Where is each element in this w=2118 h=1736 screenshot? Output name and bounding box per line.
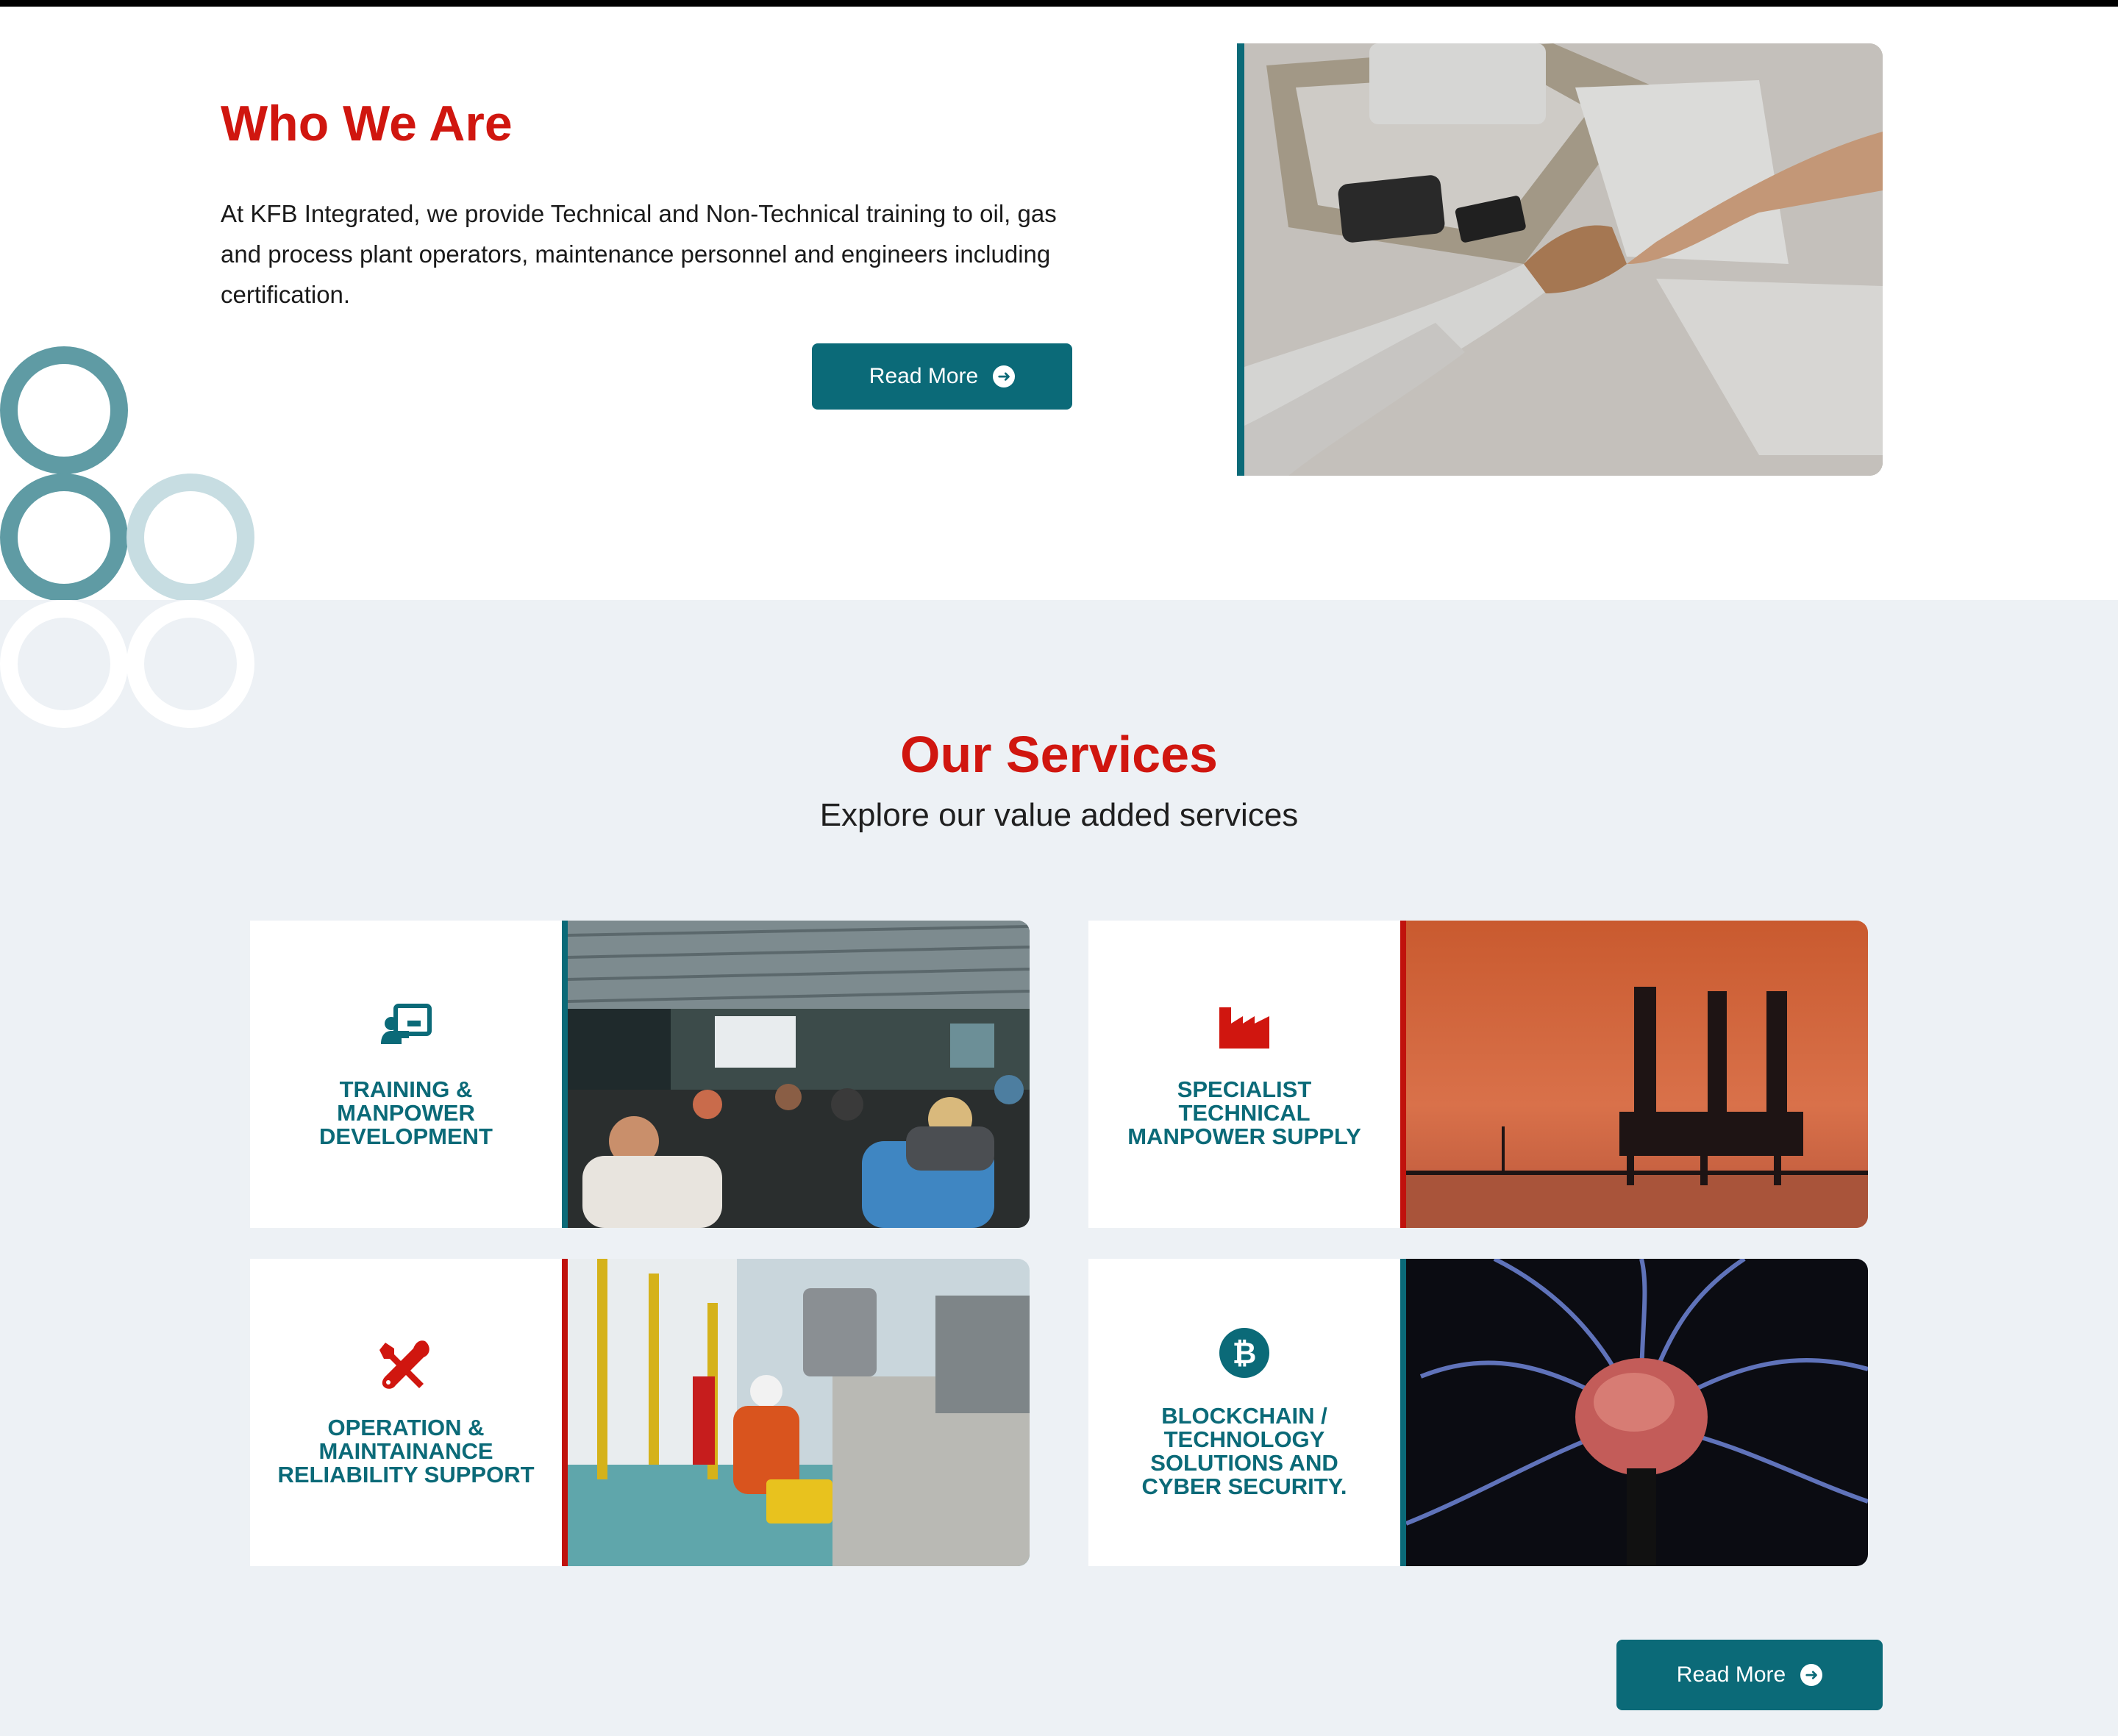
decorative-ring	[0, 474, 128, 601]
tools-icon	[379, 1338, 432, 1391]
handshake-photo	[1237, 43, 1883, 476]
section-title: Who We Are	[221, 96, 513, 151]
presentation-icon	[379, 1000, 432, 1053]
service-card-training[interactable]: TRAINING & MANPOWER DEVELOPMENT	[250, 921, 1030, 1228]
arrow-circle-right-icon: ➜	[1800, 1664, 1823, 1686]
who-we-are-text: At KFB Integrated, we provide Technical …	[221, 200, 1057, 308]
classroom-photo	[562, 921, 1030, 1228]
service-card-manpower-supply[interactable]: SPECIALIST TECHNICAL MANPOWER SUPPLY	[1088, 921, 1868, 1228]
plant-technician-photo	[562, 1259, 1030, 1566]
services-read-more-button[interactable]: Read More ➜	[1616, 1640, 1883, 1710]
svg-text:₿: ₿	[1233, 1337, 1257, 1371]
service-card-panel: SPECIALIST TECHNICAL MANPOWER SUPPLY	[1088, 921, 1400, 1228]
service-card-panel: ₿ BLOCKCHAIN / TECHNOLOGY SOLUTIONS AND …	[1088, 1259, 1400, 1566]
bitcoin-icon: ₿	[1218, 1326, 1271, 1379]
decorative-ring	[126, 600, 254, 728]
service-card-operations[interactable]: OPERATION & MAINTAINANCE RELIABILITY SUP…	[250, 1259, 1030, 1566]
decorative-ring	[126, 474, 254, 601]
top-border	[0, 0, 2118, 7]
service-card-panel: OPERATION & MAINTAINANCE RELIABILITY SUP…	[250, 1259, 562, 1566]
section-subtitle: Explore our value added services	[819, 797, 1299, 833]
section-title: Our Services	[900, 726, 1218, 783]
decorative-ring	[0, 600, 128, 728]
who-we-are-section: Who We Are At KFB Integrated, we provide…	[0, 7, 2118, 600]
service-card-label: TRAINING & MANPOWER DEVELOPMENT	[319, 1076, 493, 1149]
factory-icon	[1218, 1000, 1271, 1053]
service-card-label: SPECIALIST TECHNICAL MANPOWER SUPPLY	[1127, 1076, 1361, 1149]
who-read-more-button[interactable]: Read More ➜	[812, 343, 1072, 410]
oil-rig-sunset-photo	[1400, 921, 1868, 1228]
service-card-blockchain[interactable]: ₿ BLOCKCHAIN / TECHNOLOGY SOLUTIONS AND …	[1088, 1259, 1868, 1566]
services-section: Our Services Explore our value added ser…	[0, 600, 2118, 1736]
button-label: Read More	[1676, 1662, 1786, 1687]
button-label: Read More	[869, 364, 979, 388]
service-card-panel: TRAINING & MANPOWER DEVELOPMENT	[250, 921, 562, 1228]
service-card-label: OPERATION & MAINTAINANCE RELIABILITY SUP…	[277, 1415, 535, 1487]
arrow-circle-right-icon: ➜	[993, 365, 1016, 387]
plasma-ball-photo	[1400, 1259, 1868, 1566]
decorative-ring	[0, 346, 128, 474]
service-card-label: BLOCKCHAIN / TECHNOLOGY SOLUTIONS AND CY…	[1141, 1403, 1347, 1499]
